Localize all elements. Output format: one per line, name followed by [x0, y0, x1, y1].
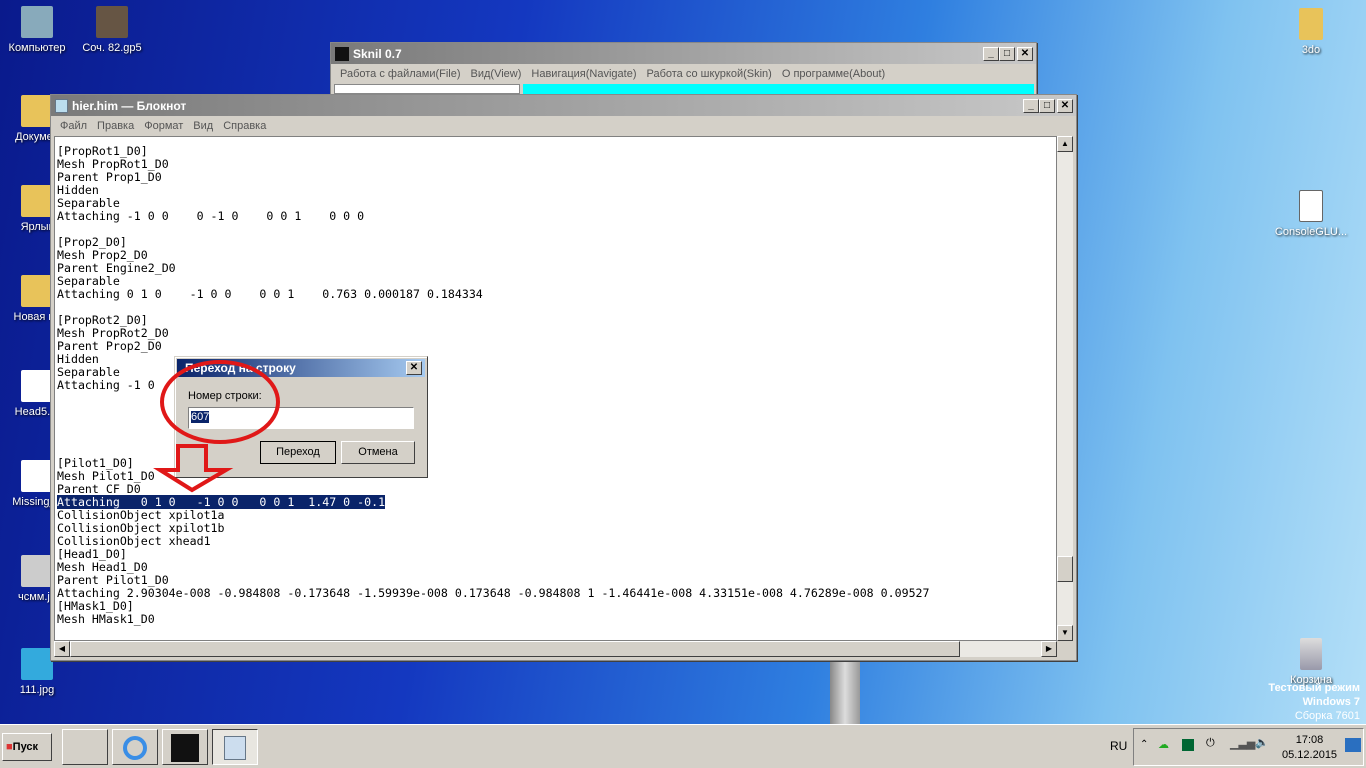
windows-logo-icon: ■ — [6, 741, 13, 753]
taskbar-app-monitor[interactable] — [62, 729, 108, 765]
volume-icon[interactable]: 🔈 — [1255, 736, 1269, 749]
start-button[interactable]: ■Пуск — [2, 733, 52, 761]
red-annotation — [153, 360, 280, 493]
show-hidden-icons[interactable]: ⌃ — [1140, 739, 1148, 750]
taskbar: ■Пуск RU ⌃ ☁ ⏻ ▁▃▅ 🔈 17:08 05.12.2015 — [0, 724, 1366, 768]
taskbar-app-sknil[interactable] — [162, 729, 208, 765]
annotation-arrow — [153, 444, 234, 493]
power-icon[interactable]: ⏻ — [1206, 737, 1215, 750]
system-tray: ⌃ ☁ ⏻ ▁▃▅ 🔈 17:08 05.12.2015 — [1133, 728, 1364, 766]
language-indicator[interactable]: RU — [1110, 739, 1127, 753]
taskbar-app-notepad[interactable] — [212, 729, 258, 765]
annotation-circle — [160, 360, 280, 444]
signal-icon[interactable]: ▁▃▅ — [1230, 737, 1255, 750]
notepad-icon — [224, 736, 246, 760]
clock[interactable]: 17:08 05.12.2015 — [1282, 733, 1337, 763]
network-status-icon[interactable]: ☁ — [1158, 738, 1169, 751]
show-desktop-button[interactable] — [1345, 738, 1361, 752]
ie-icon — [123, 736, 147, 760]
taskbar-app-ie[interactable] — [112, 729, 158, 765]
gpu-icon[interactable] — [1182, 739, 1194, 751]
sknil-icon — [171, 734, 199, 762]
